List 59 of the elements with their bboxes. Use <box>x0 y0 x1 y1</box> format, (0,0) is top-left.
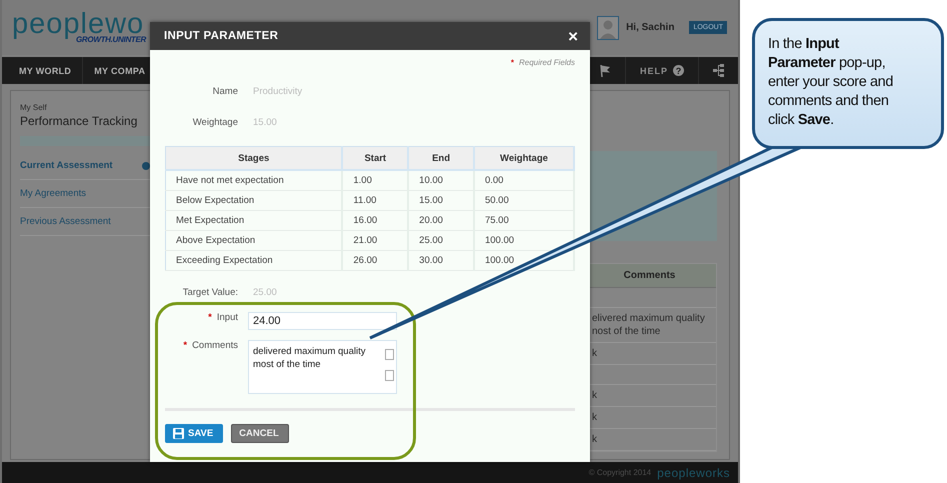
table-cell-text: k <box>592 389 598 402</box>
dialog-title: INPUT PARAMETER <box>164 30 278 42</box>
nav-tab[interactable]: MY COMPA <box>94 66 146 76</box>
table-cell-text: k <box>592 433 598 446</box>
field-value: 25.00 <box>252 286 278 298</box>
flag-icon[interactable] <box>598 64 611 78</box>
table-cell-text: elivered maximum quality nost of the time <box>592 312 706 338</box>
table-cell: 30.00 <box>408 250 474 270</box>
required-marker: * <box>208 312 212 323</box>
page-title: Performance Tracking <box>20 114 138 128</box>
footer-logo: peopleworks <box>657 466 730 480</box>
table-cell: 21.00 <box>342 230 408 250</box>
column-header: End <box>408 146 474 170</box>
table-cell: 11.00 <box>342 190 408 210</box>
table-cell: Met Expectation <box>166 210 342 230</box>
field-label: Input <box>216 312 238 323</box>
help-link[interactable]: HELP <box>640 66 668 76</box>
column-header: Stages <box>166 146 342 170</box>
table-cell: Exceeding Expectation <box>166 250 342 270</box>
close-button[interactable]: × <box>566 28 580 44</box>
table-cell-text: k <box>592 411 598 424</box>
column-header: Start <box>342 146 408 170</box>
user-greeting: Hi, Sachin <box>626 22 674 33</box>
table-cell: 16.00 <box>342 210 408 230</box>
table-cell-text: k <box>592 347 598 360</box>
table-cell: 26.00 <box>342 250 408 270</box>
breadcrumb-label: My Self <box>20 103 48 112</box>
table-cell: 1.00 <box>342 170 408 190</box>
copyright-text: © Copyright 2014 <box>588 468 652 477</box>
avatar-icon <box>597 16 620 40</box>
table-cell: 50.00 <box>474 190 574 210</box>
required-marker: * <box>510 58 514 67</box>
field-value: 15.00 <box>252 117 278 128</box>
floppy-icon <box>173 428 184 439</box>
table-cell: 25.00 <box>408 230 474 250</box>
help-icon[interactable]: ? <box>673 65 684 76</box>
required-note: Required Fields <box>518 58 575 67</box>
table-cell: 20.00 <box>408 210 474 230</box>
table-cell: 75.00 <box>474 210 574 230</box>
field-value: Productivity <box>252 86 304 97</box>
table-cell: 10.00 <box>408 170 474 190</box>
callout-text: In the Input Parameter pop-up, enter your score and comments and then click Save. <box>768 35 894 130</box>
table-cell: 15.00 <box>408 190 474 210</box>
sitemap-icon[interactable] <box>713 64 724 77</box>
table-cell: Have not met expectation <box>166 170 342 190</box>
field-label: Target Value: <box>182 286 238 298</box>
field-label: Weightage <box>192 117 238 128</box>
selected-dot-icon <box>142 162 150 170</box>
field-label: Name <box>212 86 238 97</box>
nav-tab[interactable]: MY WORLD <box>19 66 72 76</box>
column-header: Weightage <box>474 146 574 170</box>
required-marker: * <box>183 340 188 351</box>
input-field[interactable]: 24.00 <box>248 312 397 330</box>
field-label: Comments <box>192 340 238 351</box>
table-cell: Above Expectation <box>166 230 342 250</box>
save-button[interactable]: SAVE <box>165 424 224 443</box>
cancel-button[interactable]: CANCEL <box>231 424 289 443</box>
table-cell: 0.00 <box>474 170 574 190</box>
table-cell: Below Expectation <box>166 190 342 210</box>
